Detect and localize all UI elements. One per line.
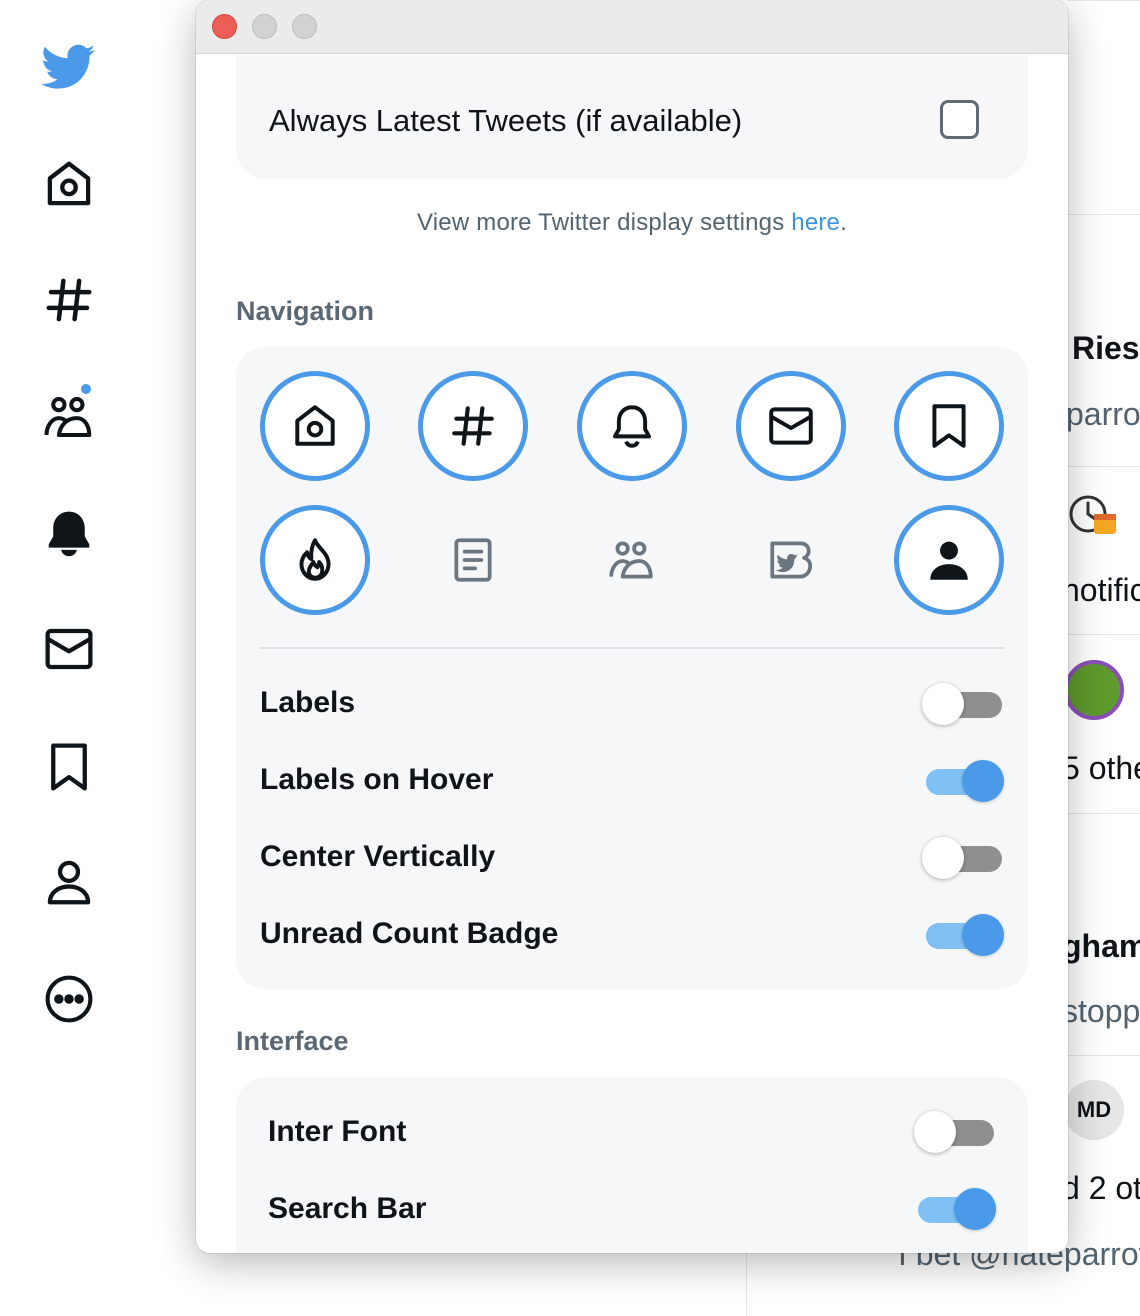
nav-toggle-lists[interactable] [418,505,528,615]
avatar [1064,660,1124,720]
nav-toggle-bookmarks[interactable] [894,371,1004,481]
toggle-knob [914,1111,956,1153]
close-button[interactable] [212,14,237,39]
communities-icon[interactable] [40,388,98,446]
timeline-separator [1068,634,1140,635]
mail-icon[interactable] [40,620,98,678]
nav-toggle-home[interactable] [260,371,370,481]
timeline-separator [1068,466,1140,467]
flame-icon [299,538,331,581]
labels-toggle-label: Labels [260,686,356,719]
more-settings-text: View more Twitter display settings here. [196,209,1068,237]
mail-icon [769,407,813,445]
home-icon[interactable] [40,155,98,213]
avatar: MD [1064,1080,1124,1140]
toggle-knob [922,837,964,879]
navigation-section-title: Navigation [236,296,375,326]
timeline-text-fragment: 5 othe [1062,750,1140,786]
toggle-knob [962,760,1004,802]
always-latest-checkbox[interactable] [940,100,979,139]
navigation-divider [260,647,1004,649]
profile-icon[interactable] [40,853,98,911]
nav-toggle-explore[interactable] [418,371,528,481]
profile-icon [930,541,968,580]
center-vertically-toggle-label: Center Vertically [260,840,496,873]
inter-font-toggle[interactable] [914,1111,996,1153]
labels-on-hover-toggle[interactable] [922,760,1004,802]
nav-toggle-topics[interactable] [260,505,370,615]
bookmark-icon[interactable] [40,738,98,796]
nav-toggle-communities[interactable] [577,505,687,615]
minimize-button[interactable] [252,14,277,39]
hashtag-icon [452,406,494,446]
toggle-knob [954,1188,996,1230]
search-bar-toggle-label: Search Bar [268,1192,427,1225]
timeline-separator [1068,1055,1140,1056]
more-icon[interactable] [40,970,98,1028]
notification-dot [79,382,93,396]
timeline-author-fragment: Riesl [1072,330,1140,366]
timeline-text-fragment: notific [1062,572,1140,608]
labels-on-hover-toggle-label: Labels on Hover [260,763,494,796]
nav-toggle-profile[interactable] [894,505,1004,615]
interface-section-title: Interface [236,1026,349,1056]
toggle-knob [962,914,1004,956]
title-bar[interactable] [196,0,1068,54]
timeline-text-fragment: d 2 ot [1062,1170,1140,1206]
inter-font-toggle-label: Inter Font [268,1115,407,1148]
timeline-separator [1068,813,1140,814]
always-latest-card: Always Latest Tweets (if available) [236,55,1028,179]
list-icon [454,538,492,582]
settings-content[interactable]: Always Latest Tweets (if available) View… [196,55,1068,1253]
twitter-blue-icon [770,541,813,579]
search-bar-toggle[interactable] [914,1188,996,1230]
unread-count-badge-toggle-label: Unread Count Badge [260,917,559,950]
interface-card: Inter Font Search Bar [236,1077,1028,1253]
timeline-top-border [1068,0,1140,4]
labels-toggle[interactable] [922,683,1004,725]
timeline-author-fragment: gham [1062,928,1140,964]
timeline-text-fragment: stoppe [1062,993,1140,1029]
bell-icon [612,405,652,448]
timeline-separator [1068,214,1140,215]
navigation-card: Labels Labels on Hover Center Vertically… [236,347,1028,989]
avatar-text: MD [1076,1097,1112,1122]
bookmark-icon [932,404,966,448]
more-settings-prefix: View more Twitter display settings [417,209,792,236]
home-icon [295,405,335,446]
unread-count-badge-toggle[interactable] [922,914,1004,956]
always-latest-label: Always Latest Tweets (if available) [269,103,743,138]
timeline-handle-fragment: parrot [1066,396,1140,432]
settings-window: Always Latest Tweets (if available) View… [196,0,1068,1253]
bell-icon[interactable] [40,504,98,562]
communities-icon [609,541,653,579]
clock-calendar-icon [1064,488,1124,548]
nav-toggle-twitter-blue[interactable] [736,505,846,615]
center-vertically-toggle[interactable] [922,837,1004,879]
twitter-sidebar [0,0,140,1316]
more-settings-link[interactable]: here [791,209,840,236]
hashtag-icon[interactable] [40,271,98,329]
zoom-button[interactable] [292,14,317,39]
nav-toggle-notifications[interactable] [577,371,687,481]
nav-toggle-messages[interactable] [736,371,846,481]
toggle-knob [922,683,964,725]
more-settings-suffix: . [840,209,847,236]
twitter-bird-icon[interactable] [40,36,98,94]
